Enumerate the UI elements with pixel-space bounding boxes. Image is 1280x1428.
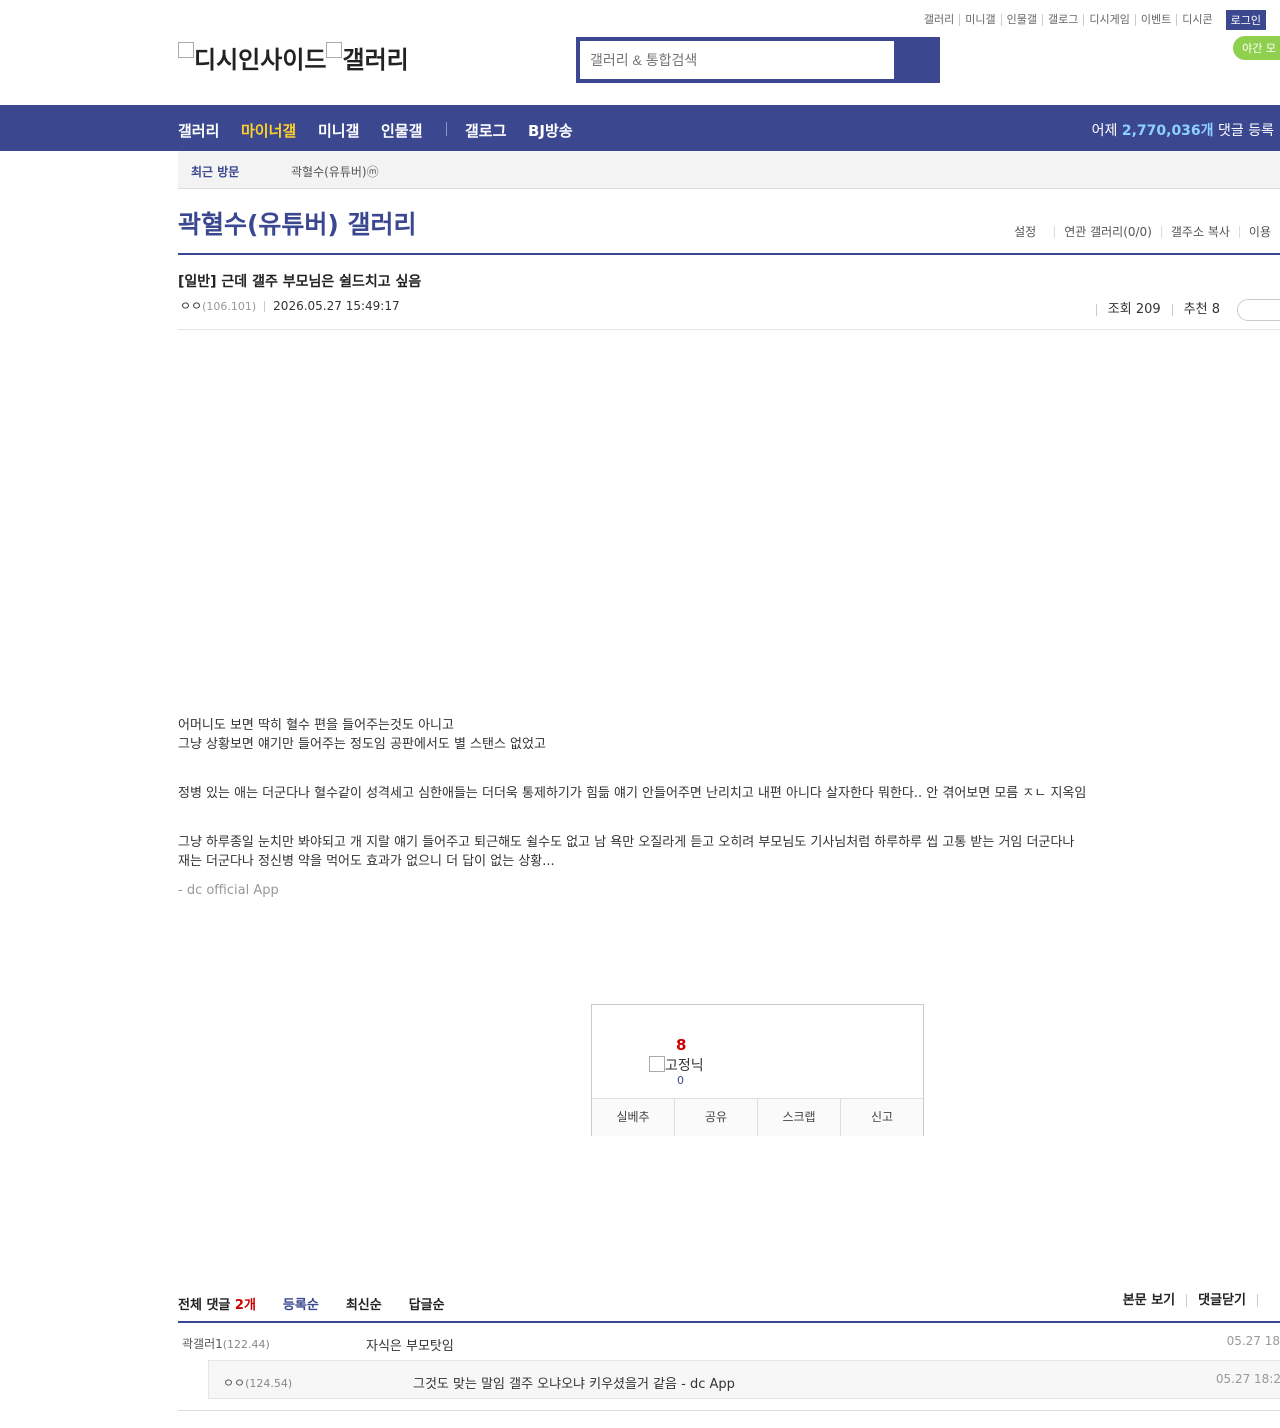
post-paragraph: 그냥 하루종일 눈치만 봐야되고 개 지랄 얘기 들어주고 퇴근해도 쉴수도 없… <box>178 835 1075 869</box>
nav-gallery[interactable]: 갤러리 <box>178 120 219 141</box>
search-bar <box>576 37 940 83</box>
main-nav: 갤러리 마이너갤 미니갤 인물갤 갤로그 BJ방송 어제 2,770,036개 … <box>0 105 1280 151</box>
usage-link[interactable]: 이용 <box>1238 226 1280 238</box>
comment-text: 그것도 맞는 말임 갤주 오냐오냐 키우셨을거 같음 - dc App <box>413 1377 735 1392</box>
comment-text: 자식은 부모탓임 <box>366 1339 454 1354</box>
broken-image-icon <box>178 42 194 58</box>
comment-tool-more[interactable] <box>1257 1294 1280 1307</box>
comments-count: 2개 <box>234 1298 256 1313</box>
nav-gallog[interactable]: 갤로그 <box>465 120 506 141</box>
post-paragraph: 정병 있는 애는 더군다나 혈수같이 성격세고 심한애들는 더더욱 통제하기가 … <box>178 786 1087 801</box>
top-link-person[interactable]: 인물갤 <box>1002 14 1044 26</box>
top-link-dccon[interactable]: 디시콘 <box>1177 14 1217 26</box>
recent-visit-bar: 최근 방문 곽혈수(유튜버)ⓜ <box>178 151 1280 189</box>
post-body: 어머니도 보면 딱히 혈수 편을 들어주는것도 아니고 그냥 상황보면 얘기만 … <box>178 716 1088 900</box>
recommend-count: 8 <box>676 1036 687 1054</box>
nav-bj-broadcast[interactable]: BJ방송 <box>528 120 573 141</box>
nav-person-gallery[interactable]: 인물갤 <box>381 120 422 141</box>
comment-author[interactable]: ㅇㅇ(124.54) <box>223 1374 292 1391</box>
sort-latest[interactable]: 최신순 <box>346 1294 382 1313</box>
post-paragraph: 그냥 상황보면 얘기만 들어주는 정도임 공판에서도 별 스탠스 없었고 <box>178 737 546 752</box>
sort-registered[interactable]: 등록순 <box>283 1294 319 1313</box>
site-logo[interactable]: 디시인사이드 갤러리 <box>178 40 409 75</box>
comment-stats-value: 2,770,036개 <box>1121 123 1214 139</box>
comments-total-label: 전체 댓글 2개 <box>178 1298 256 1313</box>
gallery-options: 설정 연관 갤러리(0/0) 갤주소 복사 이용 <box>1005 226 1280 238</box>
recent-gallery-link[interactable]: 곽혈수(유튜버)ⓜ <box>291 163 379 180</box>
close-comments-button[interactable]: 댓글닫기 <box>1186 1294 1257 1307</box>
fixed-nick-recommend[interactable]: 고정닉 <box>649 1055 704 1075</box>
post-option-button[interactable] <box>1237 299 1280 321</box>
comment-date: 05.27 18:2 <box>1215 1372 1280 1386</box>
post-title: [일반] 근데 갤주 부모님은 쉴드치고 싶음 <box>178 274 422 290</box>
post-divider <box>178 329 1280 330</box>
recommend-actions: 실베추 공유 스크랩 신고 <box>592 1098 923 1136</box>
recommend-box: 8 고정닉 0 실베추 공유 스크랩 신고 <box>591 1004 924 1136</box>
app-signature: - dc official App <box>178 883 279 898</box>
post-paragraph: 어머니도 보면 딱히 혈수 편을 들어주는것도 아니고 <box>178 718 454 733</box>
nav-minor-gallery[interactable]: 마이너갤 <box>241 120 296 141</box>
search-button[interactable] <box>896 37 940 83</box>
post-views: 조회 209 <box>1095 303 1172 316</box>
broken-image-icon <box>649 1056 665 1072</box>
comment-reply-row: ㅇㅇ(124.54) 그것도 맞는 말임 갤주 오냐오냐 키우셨을거 같음 - … <box>208 1360 1280 1399</box>
comment-date: 05.27 18 <box>1226 1334 1280 1348</box>
post-blank <box>178 754 1088 784</box>
comments-header: 전체 댓글 2개 등록순 최신순 답글순 <box>178 1294 445 1313</box>
title-divider <box>178 253 1280 255</box>
search-input[interactable] <box>580 41 894 79</box>
broken-image-icon <box>326 42 343 58</box>
sort-replies[interactable]: 답글순 <box>409 1294 445 1313</box>
comment-tools: 본문 보기 댓글닫기 <box>1112 1294 1280 1307</box>
comment-author[interactable]: 곽갤러1(122.44) <box>182 1335 270 1352</box>
post-meta: ㅇㅇ(106.101) 2026.05.27 15:49:17 <box>180 297 400 314</box>
gallery-title[interactable]: 곽혈수(유튜버) 갤러리 <box>178 205 417 241</box>
settings-link[interactable]: 설정 <box>1005 226 1054 238</box>
post-stats: 조회 209 추천 8 <box>1095 299 1280 321</box>
view-body-button[interactable]: 본문 보기 <box>1112 1294 1186 1307</box>
logo-alt-text: 디시인사이드 <box>194 46 327 74</box>
top-link-event[interactable]: 이벤트 <box>1136 14 1178 26</box>
fixed-nick-count: 0 <box>677 1074 684 1087</box>
report-button[interactable]: 신고 <box>840 1099 923 1136</box>
post-blank <box>178 803 1088 833</box>
post-recommend-count: 추천 8 <box>1171 303 1231 316</box>
share-button[interactable]: 공유 <box>674 1099 757 1136</box>
comment-row: 곽갤러1(122.44) 자식은 부모탓임 05.27 18 <box>178 1323 1280 1360</box>
best-recommend-button[interactable]: 실베추 <box>592 1099 674 1136</box>
top-link-game[interactable]: 디시게임 <box>1084 14 1136 26</box>
comment-stats: 어제 2,770,036개 댓글 등록 <box>1091 123 1274 139</box>
comments-bottom-divider <box>178 1410 1280 1411</box>
post-author-ip: (106.101) <box>202 300 257 313</box>
nav-divider <box>446 122 447 136</box>
recent-visit-label: 최근 방문 <box>191 165 240 179</box>
login-button[interactable]: 로그인 <box>1225 10 1266 30</box>
top-link-minor[interactable]: 미니갤 <box>960 14 1002 26</box>
top-links: 갤러리 미니갤 인물갤 갤로그 디시게임 이벤트 디시콘 로그인 <box>880 10 1280 30</box>
top-link-gallery[interactable]: 갤러리 <box>919 14 961 26</box>
nav-mini-gallery[interactable]: 미니갤 <box>318 120 359 141</box>
top-link-gallog[interactable]: 갤로그 <box>1043 14 1085 26</box>
post-author[interactable]: ㅇㅇ <box>180 299 202 313</box>
post-date: 2026.05.27 15:49:17 <box>273 299 400 313</box>
logo-gallery-alt-text: 갤러리 <box>342 46 409 74</box>
copy-url-link[interactable]: 갤주소 복사 <box>1160 226 1239 238</box>
scrap-button[interactable]: 스크랩 <box>757 1099 840 1136</box>
night-mode-toggle[interactable]: 야간 모 <box>1233 36 1280 60</box>
related-gallery-link[interactable]: 연관 갤러리(0/0) <box>1054 226 1161 238</box>
